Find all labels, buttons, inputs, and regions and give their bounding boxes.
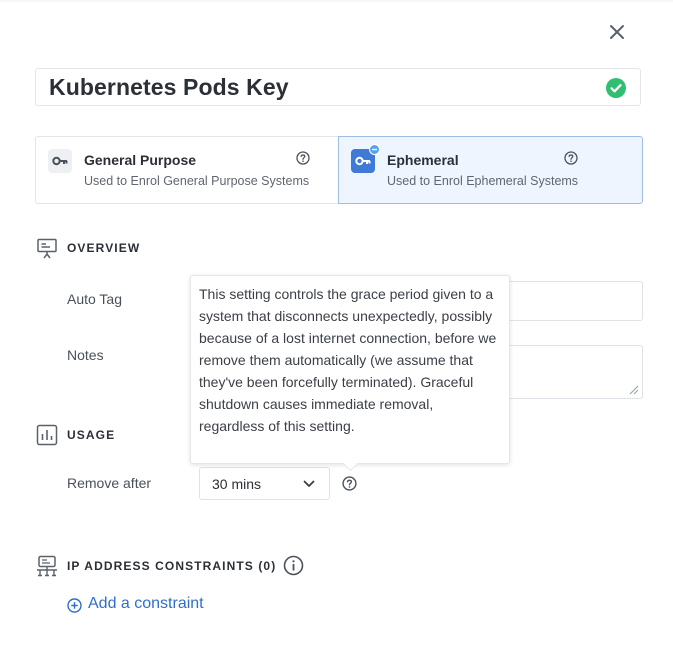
remove-after-value: 30 mins <box>212 476 262 492</box>
remove-after-label: Remove after <box>67 475 152 491</box>
info-icon[interactable] <box>283 555 304 576</box>
help-circle-icon[interactable] <box>296 151 310 165</box>
key-type-general-purpose[interactable]: General Purpose Used to Enrol General Pu… <box>35 136 339 204</box>
key-type-ephemeral[interactable]: Ephemeral Used to Enrol Ephemeral System… <box>338 136 643 204</box>
key-type-title: Ephemeral <box>387 152 459 168</box>
tooltip-arrow <box>342 455 359 472</box>
ephemeral-badge-icon <box>369 144 380 155</box>
tooltip-text: This setting controls the grace period g… <box>199 286 497 434</box>
top-shadow <box>0 0 673 3</box>
overview-section-title: OVERVIEW <box>67 241 141 255</box>
auto-tag-label: Auto Tag <box>67 291 123 307</box>
usage-section-title: USAGE <box>67 428 116 442</box>
close-icon[interactable] <box>606 21 628 43</box>
key-name-value: Kubernetes Pods Key <box>49 74 289 100</box>
key-icon <box>48 149 72 173</box>
resize-handle-icon[interactable] <box>628 384 639 395</box>
plus-circle-icon <box>67 598 82 613</box>
remove-after-tooltip: This setting controls the grace period g… <box>190 275 510 472</box>
key-type-description: Used to Enrol General Purpose Systems <box>84 174 310 188</box>
chevron-down-icon <box>303 480 315 487</box>
add-constraint-label: Add a constraint <box>88 595 204 612</box>
help-circle-icon[interactable] <box>342 476 357 491</box>
key-type-selector: General Purpose Used to Enrol General Pu… <box>35 136 643 204</box>
ip-constraints-section-title: IP ADDRESS CONSTRAINTS (0) <box>67 559 277 573</box>
presentation-icon <box>37 238 57 259</box>
network-icon <box>37 555 57 577</box>
help-circle-icon[interactable] <box>564 151 578 165</box>
bar-chart-icon <box>36 424 58 446</box>
remove-after-select[interactable]: 30 mins <box>199 467 330 500</box>
key-name-field[interactable]: Kubernetes Pods Key <box>35 68 641 106</box>
notes-label: Notes <box>67 347 104 363</box>
key-type-title: General Purpose <box>84 152 197 168</box>
key-type-description: Used to Enrol Ephemeral Systems <box>387 174 579 188</box>
check-circle-icon <box>606 78 626 98</box>
